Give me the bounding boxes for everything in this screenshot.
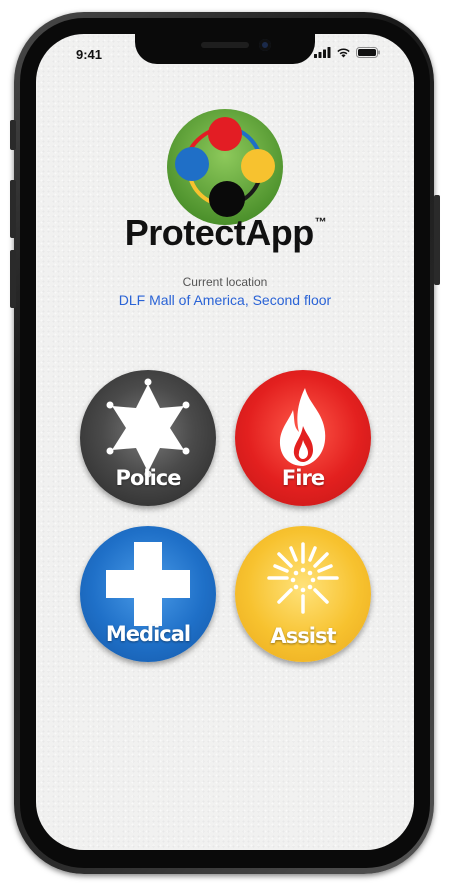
front-camera (259, 39, 271, 51)
silent-switch (10, 120, 16, 150)
fire-label: Fire (281, 466, 325, 490)
notch (135, 34, 315, 64)
status-icons (314, 47, 380, 58)
police-label: Police (115, 466, 182, 490)
medical-label: Medical (105, 622, 191, 646)
signal-icon (314, 47, 331, 58)
power-button (434, 195, 440, 285)
assist-button[interactable]: Assist (235, 526, 371, 662)
app-title: ProtectApp™ (36, 212, 414, 254)
volume-up-button (10, 180, 16, 238)
police-button[interactable]: Police (80, 370, 216, 506)
speaker-grille (201, 42, 249, 48)
battery-icon (356, 47, 380, 58)
medical-button[interactable]: Medical (80, 526, 216, 662)
volume-down-button (10, 250, 16, 308)
app-logo (167, 109, 283, 225)
app-name: ProtectApp (124, 212, 315, 253)
location-value[interactable]: DLF Mall of America, Second floor (36, 292, 414, 308)
trademark-symbol: ™ (314, 215, 327, 229)
status-time: 9:41 (76, 47, 103, 62)
app-screen: 9:41 ProtectApp™ Current location DLF Ma… (36, 34, 414, 850)
fire-button[interactable]: Fire (235, 370, 371, 506)
wifi-icon (337, 48, 350, 58)
assist-label: Assist (270, 624, 337, 648)
location-label: Current location (182, 275, 268, 289)
